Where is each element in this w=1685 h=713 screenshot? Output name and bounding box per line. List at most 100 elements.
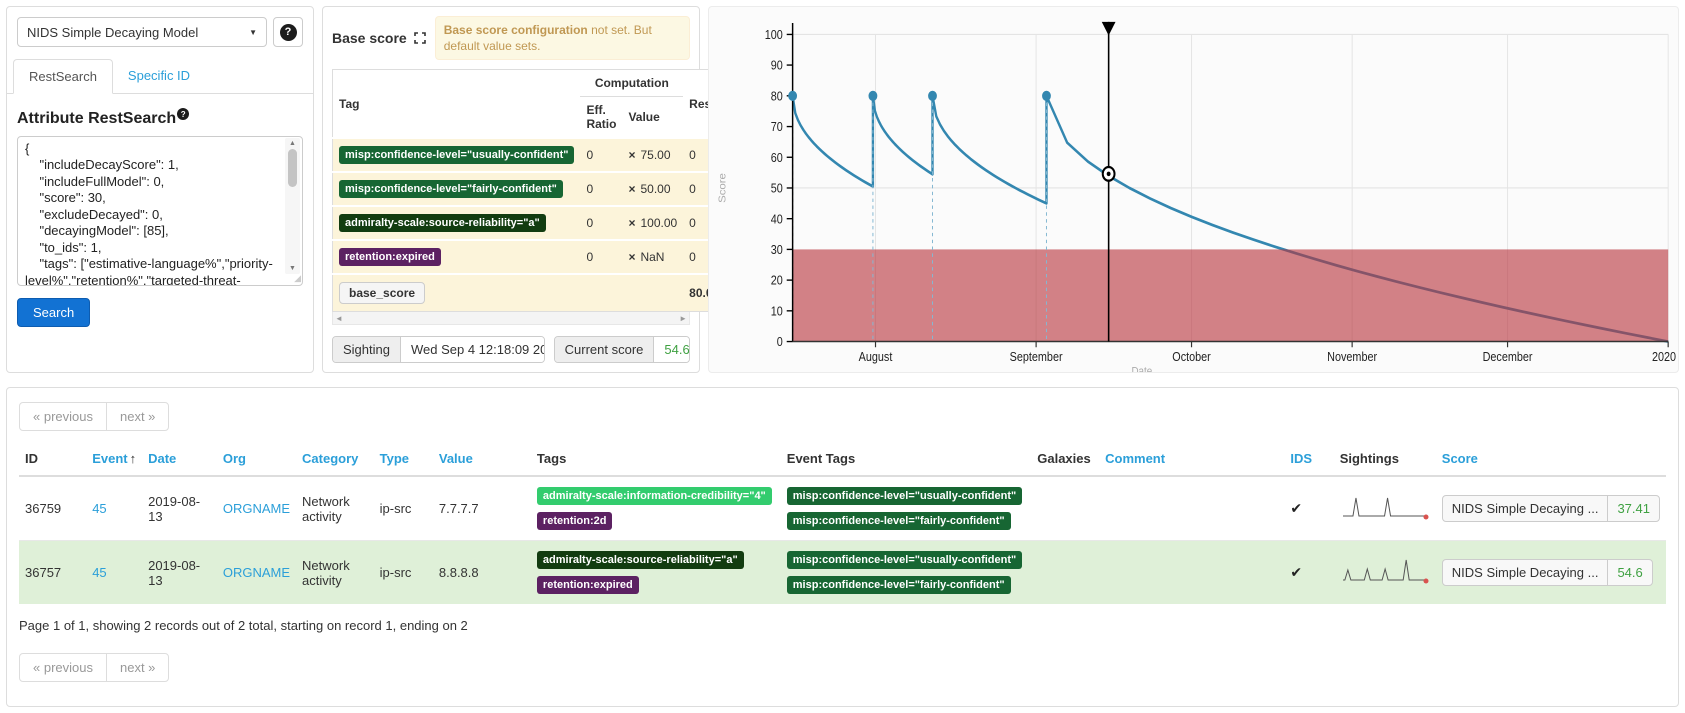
multiply-icon: × [628,148,635,162]
col-org[interactable]: Org [217,443,296,476]
eff-ratio-value: 0 [580,138,622,172]
tab-specific-id[interactable]: Specific ID [113,59,205,94]
multiply-icon: × [628,250,635,264]
tag-chip[interactable]: retention:expired [537,576,639,594]
tag-chip[interactable]: admiralty-scale:source-reliability="a" [339,214,546,232]
svg-text:10: 10 [771,305,783,319]
chevron-down-icon: ▼ [249,28,257,37]
tag-chip[interactable]: misp:confidence-level="usually-confident… [339,146,574,164]
event-link[interactable]: 45 [92,501,106,516]
svg-text:September: September [1010,350,1063,364]
org-link[interactable]: ORGNAME [223,565,290,580]
previous-page-button[interactable]: « previous [19,653,107,682]
col-computation: Computation [580,70,683,97]
svg-text:Score: Score [717,173,728,203]
decay-chart-panel: 0102030405060708090100AugustSeptemberOct… [708,6,1679,373]
col-id: ID [19,443,86,476]
event-tag-chip[interactable]: misp:confidence-level="fairly-confident" [787,512,1011,530]
expand-icon[interactable] [414,32,426,44]
scrollbar-thumb[interactable] [288,149,297,187]
model-select-value: NIDS Simple Decaying Model [27,25,198,40]
next-page-button[interactable]: next » [106,402,169,431]
previous-page-button[interactable]: « previous [19,402,107,431]
pagination-top: « previous next » [19,402,169,431]
col-ids[interactable]: IDS [1284,443,1333,476]
event-tag-chip[interactable]: misp:confidence-level="usually-confident… [787,551,1022,569]
base-score-panel: Base score Base score configuration not … [322,6,700,373]
scroll-left-icon[interactable]: ◄ [335,314,343,323]
model-panel: NIDS Simple Decaying Model ▼ ? RestSearc… [6,6,314,373]
tag-chip[interactable]: admiralty-scale:source-reliability="a" [537,551,744,569]
col-type[interactable]: Type [374,443,433,476]
eff-ratio-value: 0 [580,206,622,240]
col-tag: Tag [333,70,581,139]
decay-chart[interactable]: 0102030405060708090100AugustSeptemberOct… [709,7,1678,372]
help-icon: ? [177,108,189,120]
org-link[interactable]: ORGNAME [223,501,290,516]
textarea-scrollbar[interactable]: ▲ ▼ [285,138,300,274]
eff-ratio-value: 0 [580,172,622,206]
score-widget[interactable]: NIDS Simple Decaying ... 37.41 [1442,495,1660,522]
svg-text:20: 20 [771,274,783,288]
col-value[interactable]: Value [433,443,531,476]
eff-ratio-value: 0 [580,240,622,274]
col-date[interactable]: Date [142,443,217,476]
tag-numerical-value: 75.00 [640,148,670,162]
alert-bold-text: Base score configuration [444,23,588,37]
help-button[interactable]: ? [273,17,303,47]
base-score-row: retention:expired 0 ×NaN 0 [333,240,733,274]
score-widget[interactable]: NIDS Simple Decaying ... 54.6 [1442,559,1653,586]
resize-handle-icon[interactable]: ◢ [294,273,301,284]
scrollbar-down-icon[interactable]: ▼ [289,265,296,272]
sort-asc-icon: ↑ [130,451,137,466]
sightings-sparkline [1340,491,1430,523]
score-value: 37.41 [1608,496,1659,521]
table-horizontal-scrollbar[interactable]: ◄ ► [332,312,690,325]
multiply-icon: × [628,216,635,230]
col-category[interactable]: Category [296,443,374,476]
tag-numerical-value: 100.00 [640,216,677,230]
score-value: 54.6 [1608,560,1651,585]
base-score-chip[interactable]: base_score [339,282,425,304]
event-tag-chip[interactable]: misp:confidence-level="usually-confident… [787,487,1022,505]
next-page-button[interactable]: next » [106,653,169,682]
base-score-alert: Base score configuration not set. But de… [435,16,690,60]
col-value: Value [622,97,683,139]
col-event[interactable]: Event↑ [86,443,142,476]
tag-numerical-value: 50.00 [640,182,670,196]
attr-category: Network activity [296,476,374,541]
tag-chip[interactable]: retention:expired [339,248,441,266]
tag-chip[interactable]: misp:confidence-level="fairly-confident" [339,180,563,198]
event-link[interactable]: 45 [92,565,106,580]
current-score-group: Current score 54.60 [554,336,690,363]
svg-text:October: October [1172,350,1211,364]
svg-text:60: 60 [771,151,783,165]
tab-restsearch[interactable]: RestSearch [13,59,113,94]
ids-checkmark-icon: ✔ [1290,565,1302,581]
svg-text:70: 70 [771,120,783,134]
model-select[interactable]: NIDS Simple Decaying Model ▼ [17,17,267,47]
attribute-results-panel: « previous next » ID Event↑ Date Org Cat… [6,387,1679,707]
attr-category: Network activity [296,541,374,605]
col-score[interactable]: Score [1436,443,1666,476]
scroll-right-icon[interactable]: ► [679,314,687,323]
col-comment[interactable]: Comment [1099,443,1284,476]
restsearch-json-textarea[interactable]: { "includeDecayScore": 1, "includeFullMo… [17,136,303,286]
attr-type: ip-src [374,476,433,541]
svg-text:100: 100 [765,28,783,42]
ids-checkmark-icon: ✔ [1290,501,1302,517]
attr-galaxies [1031,541,1099,605]
scrollbar-up-icon[interactable]: ▲ [289,140,296,147]
sighting-label: Sighting [333,337,401,362]
tag-chip[interactable]: admiralty-scale:information-credibility=… [537,487,772,505]
table-row: 36757 45 2019-08-13 ORGNAME Network acti… [19,541,1666,605]
tag-chip[interactable]: retention:2d [537,512,613,530]
svg-text:2020: 2020 [1652,350,1677,364]
svg-text:40: 40 [771,213,783,227]
attr-value: 7.7.7.7 [433,476,531,541]
svg-text:80: 80 [771,90,783,104]
event-tag-chip[interactable]: misp:confidence-level="fairly-confident" [787,576,1011,594]
attr-comment [1099,476,1284,541]
svg-text:Date: Date [1131,365,1152,372]
search-button[interactable]: Search [17,298,90,327]
